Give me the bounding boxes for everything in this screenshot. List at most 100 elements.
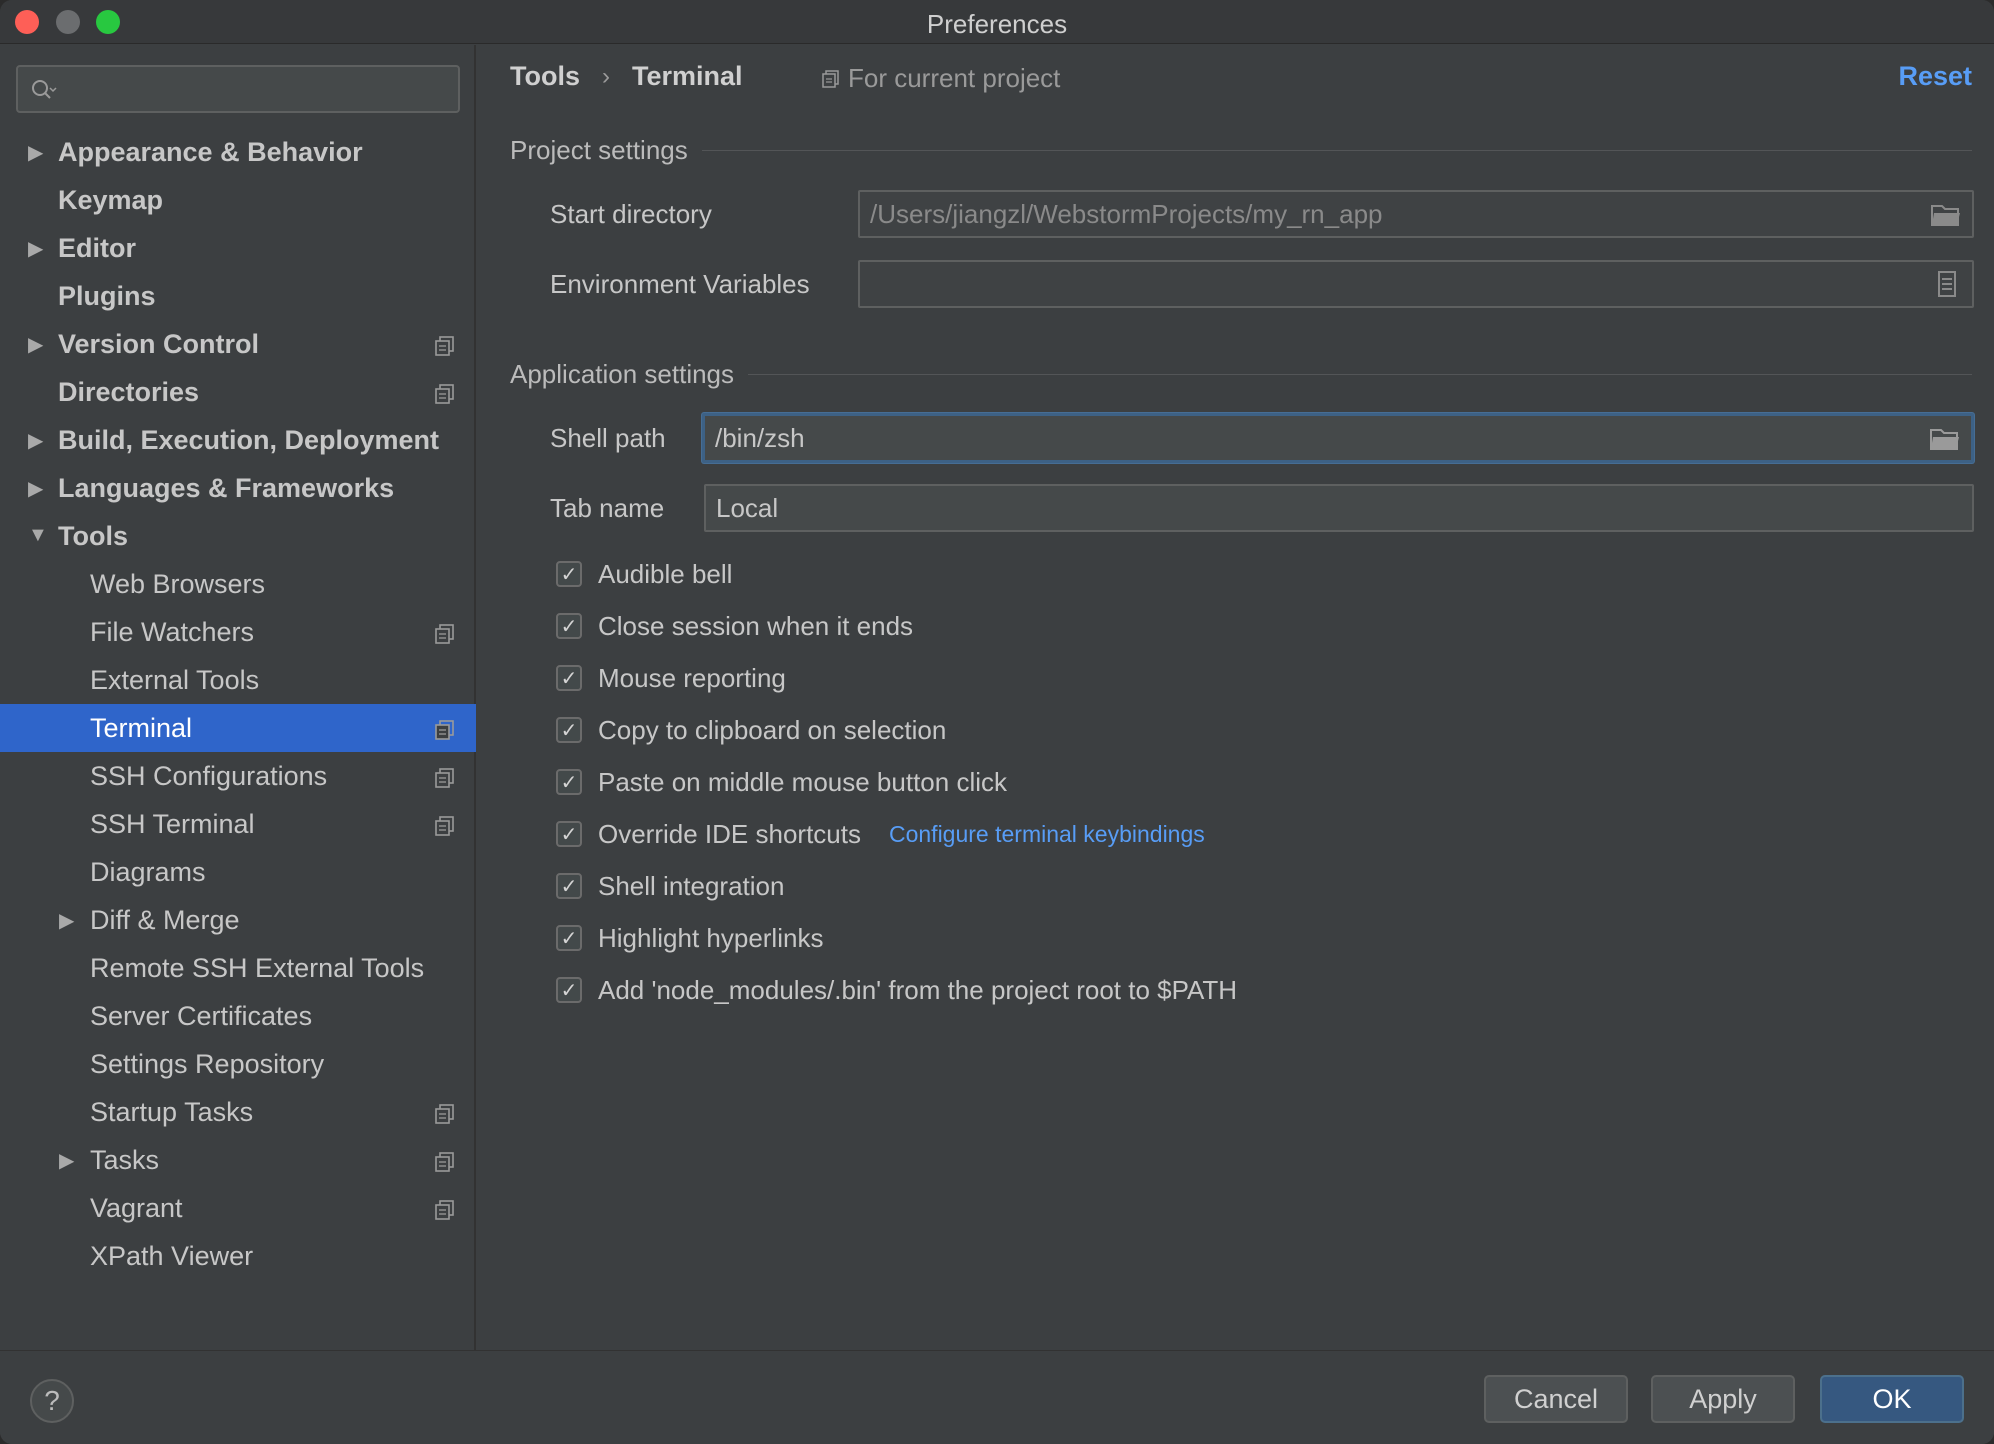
reset-link[interactable]: Reset [1898,61,1972,92]
collapsed-arrow-icon[interactable]: ▶ [28,476,43,501]
application-settings-header: Application settings [510,359,1972,390]
sidebar-item-editor[interactable]: ▶ Editor [0,224,476,272]
checkbox-row-highlight-hyperlinks: ✓ Highlight hyperlinks [556,912,1237,964]
sidebar-item-diagrams[interactable]: Diagrams [0,848,476,896]
sidebar-item-languages-frameworks[interactable]: ▶ Languages & Frameworks [0,464,476,512]
sidebar-item-label: Web Browsers [90,568,266,599]
tab-name-field[interactable]: Local [704,484,1974,532]
checkbox-label[interactable]: Override IDE shortcuts [598,819,861,850]
sidebar-item-label: Server Certificates [90,1000,313,1031]
sidebar-item-label: External Tools [90,664,260,695]
checkbox-label[interactable]: Mouse reporting [598,663,786,694]
sidebar-item-diff-merge[interactable]: ▶ Diff & Merge [0,896,476,944]
sidebar-item-ssh-configurations[interactable]: SSH Configurations [0,752,476,800]
project-settings-title: Project settings [510,135,688,165]
project-scope-indicator: For current project [822,63,1060,94]
checkbox[interactable]: ✓ [556,613,582,639]
breadcrumb-terminal: Terminal [632,61,743,91]
checkbox[interactable]: ✓ [556,717,582,743]
settings-sidebar: ▶ Appearance & Behavior Keymap ▶ Editor Plugi… [0,45,476,1350]
scope-label: For current project [848,63,1061,93]
sidebar-item-label: Directories [58,376,200,407]
shell-path-label: Shell path [550,423,666,453]
section-divider [748,374,1972,375]
breadcrumb: Tools › Terminal [510,61,743,92]
checkbox-row-add-node-modules-bin-from-the-project-root-to-path: ✓ Add 'node_modules/.bin' from the projec… [556,964,1237,1016]
title-bar: Preferences [0,0,1994,44]
project-level-icon [434,333,456,356]
collapsed-arrow-icon[interactable]: ▶ [28,140,43,165]
sidebar-item-directories[interactable]: Directories [0,368,476,416]
project-level-icon [434,765,456,788]
sidebar-item-keymap[interactable]: Keymap [0,176,476,224]
checkbox-label[interactable]: Highlight hyperlinks [598,923,823,954]
checkbox-label[interactable]: Shell integration [598,871,784,902]
terminal-settings-panel: Tools › Terminal For current project Res… [478,45,1994,1350]
checkbox[interactable]: ✓ [556,561,582,587]
sidebar-item-label: Terminal [90,712,193,743]
checkbox-row-paste-on-middle-mouse-button-click: ✓ Paste on middle mouse button click [556,756,1237,808]
checkbox-label[interactable]: Paste on middle mouse button click [598,767,1007,798]
sidebar-item-vagrant[interactable]: Vagrant [0,1184,476,1232]
checkbox-row-override-ide-shortcuts: ✓ Override IDE shortcuts Configure termina… [556,808,1237,860]
sidebar-item-remote-ssh-external-tools[interactable]: Remote SSH External Tools [0,944,476,992]
sidebar-item-settings-repository[interactable]: Settings Repository [0,1040,476,1088]
checkbox-label[interactable]: Audible bell [598,559,732,590]
sidebar-item-external-tools[interactable]: External Tools [0,656,476,704]
expanded-arrow-icon[interactable]: ▼ [28,524,48,547]
sidebar-item-label: Startup Tasks [90,1096,254,1127]
collapsed-arrow-icon[interactable]: ▶ [59,908,74,933]
checkbox[interactable]: ✓ [556,873,582,899]
apply-button[interactable]: Apply [1651,1375,1795,1423]
checkbox[interactable]: ✓ [556,665,582,691]
project-level-icon [434,1101,456,1124]
folder-icon[interactable] [1929,424,1961,452]
checkbox-row-copy-to-clipboard-on-selection: ✓ Copy to clipboard on selection [556,704,1237,756]
sidebar-item-build-execution-deployment[interactable]: ▶ Build, Execution, Deployment [0,416,476,464]
sidebar-item-appearance-behavior[interactable]: ▶ Appearance & Behavior [0,128,476,176]
checkbox[interactable]: ✓ [556,925,582,951]
checkbox-label[interactable]: Copy to clipboard on selection [598,715,946,746]
checkbox-row-audible-bell: ✓ Audible bell [556,548,1237,600]
folder-icon[interactable] [1930,200,1962,228]
checkbox-label[interactable]: Add 'node_modules/.bin' from the project… [598,975,1237,1006]
collapsed-arrow-icon[interactable]: ▶ [28,332,43,357]
sidebar-item-version-control[interactable]: ▶ Version Control [0,320,476,368]
sidebar-item-startup-tasks[interactable]: Startup Tasks [0,1088,476,1136]
collapsed-arrow-icon[interactable]: ▶ [28,236,43,261]
start-directory-field[interactable]: /Users/jiangzl/WebstormProjects/my_rn_ap… [858,190,1974,238]
sidebar-item-server-certificates[interactable]: Server Certificates [0,992,476,1040]
sidebar-item-ssh-terminal[interactable]: SSH Terminal [0,800,476,848]
sidebar-item-label: Settings Repository [90,1048,325,1079]
project-level-icon [434,621,456,644]
sidebar-item-xpath-viewer[interactable]: XPath Viewer [0,1232,476,1280]
sidebar-item-label: Languages & Frameworks [58,472,395,503]
configure-keybindings-link[interactable]: Configure terminal keybindings [889,821,1205,848]
checkbox[interactable]: ✓ [556,769,582,795]
shell-path-field[interactable]: /bin/zsh [702,413,1974,463]
ok-button[interactable]: OK [1820,1375,1964,1423]
sidebar-item-label: Diff & Merge [90,904,240,935]
sidebar-item-label: Remote SSH External Tools [90,952,425,983]
edit-list-icon[interactable] [1930,270,1962,298]
sidebar-item-web-browsers[interactable]: Web Browsers [0,560,476,608]
settings-search-input[interactable] [16,65,460,113]
window-title: Preferences [926,9,1068,39]
environment-variables-field[interactable] [858,260,1974,308]
breadcrumb-tools[interactable]: Tools [510,61,580,92]
collapsed-arrow-icon[interactable]: ▶ [59,1148,74,1173]
sidebar-item-label: XPath Viewer [90,1240,254,1271]
checkbox[interactable]: ✓ [556,977,582,1003]
checkbox-label[interactable]: Close session when it ends [598,611,913,642]
sidebar-item-tools[interactable]: ▼ Tools [0,512,476,560]
cancel-button[interactable]: Cancel [1484,1375,1628,1423]
sidebar-item-file-watchers[interactable]: File Watchers [0,608,476,656]
checkbox[interactable]: ✓ [556,821,582,847]
tab-name-label: Tab name [550,493,665,523]
sidebar-item-tasks[interactable]: ▶ Tasks [0,1136,476,1184]
collapsed-arrow-icon[interactable]: ▶ [28,428,43,453]
help-button[interactable]: ? [30,1379,74,1423]
checkbox-row-shell-integration: ✓ Shell integration [556,860,1237,912]
sidebar-item-plugins[interactable]: Plugins [0,272,476,320]
sidebar-item-terminal[interactable]: Terminal [0,704,476,752]
